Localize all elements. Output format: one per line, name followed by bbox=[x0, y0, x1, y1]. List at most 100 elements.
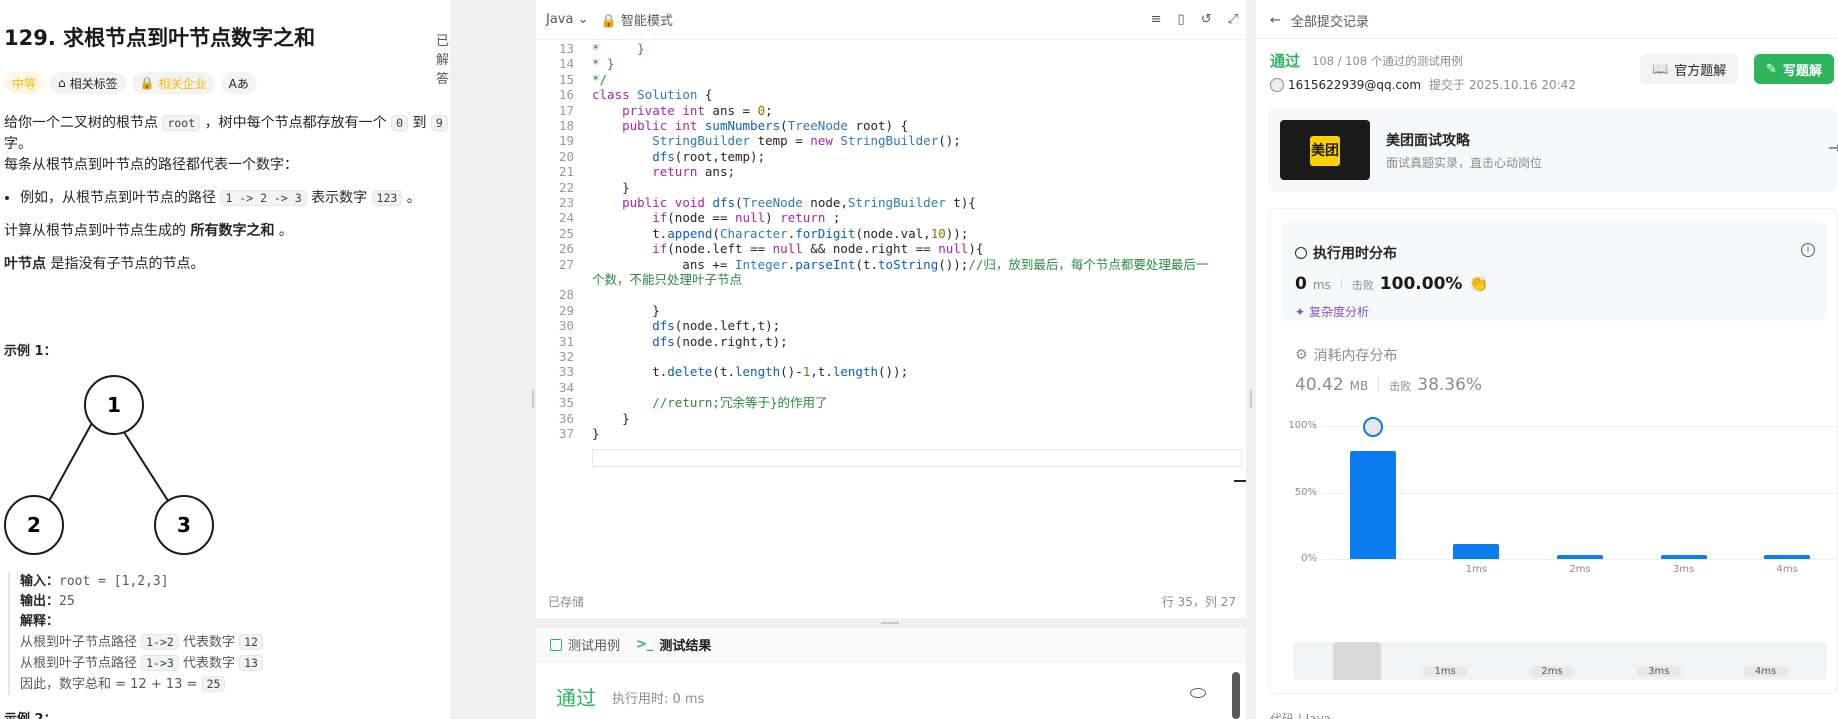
chart-bar[interactable] bbox=[1453, 544, 1500, 559]
inline-code: 123 bbox=[371, 190, 403, 206]
runtime-beats: 100.00% bbox=[1379, 274, 1463, 294]
code-line[interactable]: 37} bbox=[536, 425, 1246, 443]
gridline bbox=[1321, 426, 1838, 427]
inline-code: 0 bbox=[391, 115, 408, 131]
info-icon[interactable]: i bbox=[1801, 243, 1815, 257]
scrollbar[interactable] bbox=[1232, 672, 1240, 719]
desc-text: 是指没有子节点的节点。 bbox=[46, 256, 205, 272]
write-solution-button[interactable]: ✎ 写题解 bbox=[1754, 54, 1834, 84]
example-text: 从根到叶子节点路径 bbox=[20, 656, 142, 671]
desc-text: ，树中每个节点都存放有一个 bbox=[200, 115, 392, 131]
desc-text: 计算从根节点到叶节点生成的 bbox=[4, 223, 191, 239]
mode-toggle[interactable]: 🔒 智能模式 bbox=[601, 10, 673, 29]
tab-test-cases[interactable]: 测试用例 bbox=[550, 635, 620, 654]
code-editor-panel: Java ⌄ 🔒 智能模式 ≡ ▯ ↺ ⤢ 13 * } 14 * } 15 */16 cl… bbox=[536, 0, 1246, 618]
example-key: 解释： bbox=[20, 614, 60, 629]
example-text: 从根到叶子节点路径 bbox=[20, 635, 142, 650]
solved-label: 已解答 bbox=[436, 34, 450, 87]
reset-icon[interactable]: ↺ bbox=[1201, 12, 1212, 27]
edit-icon: ✎ bbox=[1766, 61, 1777, 77]
divider bbox=[1340, 277, 1342, 289]
memory-value: 40.42 bbox=[1295, 375, 1344, 395]
promo-banner[interactable]: 美团 美团面试攻略 面试真题实录，直击心动岗位 → bbox=[1268, 108, 1838, 192]
desc-p3: 计算从根节点到叶节点生成的 所有数字之和 。 bbox=[4, 221, 450, 242]
test-panel: 测试用例 >_ 测试结果 通过 执行用时: 0 ms bbox=[536, 628, 1246, 719]
tab-test-results[interactable]: >_ 测试结果 bbox=[636, 635, 711, 654]
memory-beats: 38.36% bbox=[1417, 375, 1483, 395]
desc-list: 例如，从根节点到叶节点的路径 1 -> 2 -> 3 表示数字 123 。 bbox=[20, 188, 450, 209]
logo-text: 美团 bbox=[1310, 136, 1340, 166]
x-tick-label: 3ms bbox=[1672, 564, 1695, 575]
grip-icon bbox=[532, 390, 534, 408]
chart-range-slider[interactable]: 1ms 2ms 3ms 4ms bbox=[1293, 642, 1827, 680]
inline-code: 12 bbox=[239, 634, 263, 650]
terminal-icon: >_ bbox=[636, 637, 654, 652]
promo-title: 美团面试攻略 bbox=[1386, 133, 1470, 149]
runtime-heading: 执行用时分布 bbox=[1295, 243, 1397, 263]
memory-stats: 40.42 MB 击败 38.36% bbox=[1295, 375, 1482, 395]
tag-bar: 中等 ⌂ 相关标签 🔒 相关企业 Aあ bbox=[4, 72, 257, 94]
divider bbox=[1256, 38, 1838, 39]
related-companies-button[interactable]: 🔒 相关企业 bbox=[131, 72, 215, 94]
username[interactable]: 1615622939@qq.com bbox=[1288, 78, 1421, 92]
example1-heading: 示例 1： bbox=[4, 344, 57, 359]
example-value: 25 bbox=[59, 594, 75, 609]
example-input: 输入：root = [1,2,3] bbox=[20, 572, 263, 592]
inline-code: 1->2 bbox=[141, 634, 179, 650]
runtime-stats: 0 ms 击败 100.00% 👏 bbox=[1295, 274, 1488, 294]
chart-bar[interactable] bbox=[1349, 451, 1396, 559]
avatar[interactable] bbox=[1270, 77, 1284, 92]
inline-code: 25 bbox=[201, 676, 226, 692]
desc-text: 到 bbox=[408, 115, 431, 131]
submitted-time: 提交于 2025.10.16 20:42 bbox=[1429, 78, 1576, 92]
back-to-submissions[interactable]: ← 全部提交记录 bbox=[1270, 11, 1369, 30]
example-output: 输出：25 bbox=[20, 592, 263, 612]
related-tags-button[interactable]: ⌂ 相关标签 bbox=[50, 72, 126, 94]
runtime-box[interactable]: 执行用时分布 i 0 ms 击败 100.00% 👏 ✦ 复杂度分析 bbox=[1281, 221, 1827, 321]
clap-icon: 👏 bbox=[1468, 274, 1489, 293]
official-solution-button[interactable]: 📖 官方题解 bbox=[1640, 54, 1739, 84]
example-text: 代表数字 bbox=[178, 656, 240, 671]
font-toggle-button[interactable]: Aあ bbox=[220, 72, 257, 94]
test-status: 通过 bbox=[556, 686, 596, 710]
heading-label: 消耗内存分布 bbox=[1313, 348, 1398, 364]
chart-bar[interactable] bbox=[1557, 555, 1603, 559]
chart-bar[interactable] bbox=[1764, 555, 1811, 559]
range-tick-label: 2ms bbox=[1530, 666, 1574, 677]
range-thumb[interactable] bbox=[1333, 642, 1381, 680]
beats-label: 击败 bbox=[1389, 380, 1412, 393]
desc-text: 给你一个二叉树的根节点 bbox=[4, 115, 163, 131]
chevron-down-icon: ⌄ bbox=[577, 12, 589, 27]
difficulty-tag[interactable]: 中等 bbox=[4, 72, 45, 94]
passed-cases: 108 / 108 个通过的测试用例 bbox=[1312, 54, 1463, 68]
language-select[interactable]: Java ⌄ bbox=[546, 12, 589, 27]
chart-bar[interactable] bbox=[1660, 555, 1707, 559]
problem-title: 129. 求根节点到叶节点数字之和 bbox=[4, 26, 316, 50]
scroll-indicator bbox=[1234, 480, 1246, 482]
fullscreen-icon[interactable]: ⤢ bbox=[1228, 12, 1238, 27]
bookmark-icon[interactable]: ▯ bbox=[1178, 12, 1185, 27]
panel-resize-handle[interactable] bbox=[1246, 0, 1256, 719]
desc-text: 。 bbox=[274, 223, 293, 239]
problem-panel: 129. 求根节点到叶节点数字之和 已解答 中等 ⌂ 相关标签 🔒 相关企业 Aあ … bbox=[0, 0, 450, 719]
arrow-left-icon: ← bbox=[1270, 13, 1281, 28]
range-tick-label: 3ms bbox=[1636, 666, 1681, 677]
clock-icon bbox=[1295, 247, 1307, 259]
inline-code: root bbox=[162, 115, 201, 131]
performance-card: 执行用时分布 i 0 ms 击败 100.00% 👏 ✦ 复杂度分析 ⚙ 消耗内存分… bbox=[1268, 208, 1838, 694]
lock-icon: 🔒 bbox=[139, 76, 155, 90]
tree-node-label: 3 bbox=[177, 513, 191, 537]
current-line-highlight bbox=[592, 449, 1242, 467]
format-icon[interactable]: ≡ bbox=[1151, 12, 1162, 27]
complexity-analysis-link[interactable]: ✦ 复杂度分析 bbox=[1295, 303, 1369, 320]
editor-resize-handle[interactable] bbox=[536, 618, 1246, 628]
related-tags-label: 相关标签 bbox=[69, 76, 118, 91]
desc-bold: 所有数字之和 bbox=[190, 223, 275, 239]
eye-icon[interactable] bbox=[1190, 688, 1206, 698]
y-tick-label: 50% bbox=[1294, 486, 1317, 498]
inline-code: 1->3 bbox=[141, 655, 179, 671]
memory-heading[interactable]: ⚙ 消耗内存分布 bbox=[1295, 345, 1398, 365]
example-line: 从根到叶子节点路径 1->2 代表数字 12 bbox=[20, 632, 263, 653]
runtime-distribution-chart: 100% 50% 0% 1ms 2ms 3ms 4ms bbox=[1281, 417, 1838, 604]
code-text: } bbox=[592, 426, 600, 441]
